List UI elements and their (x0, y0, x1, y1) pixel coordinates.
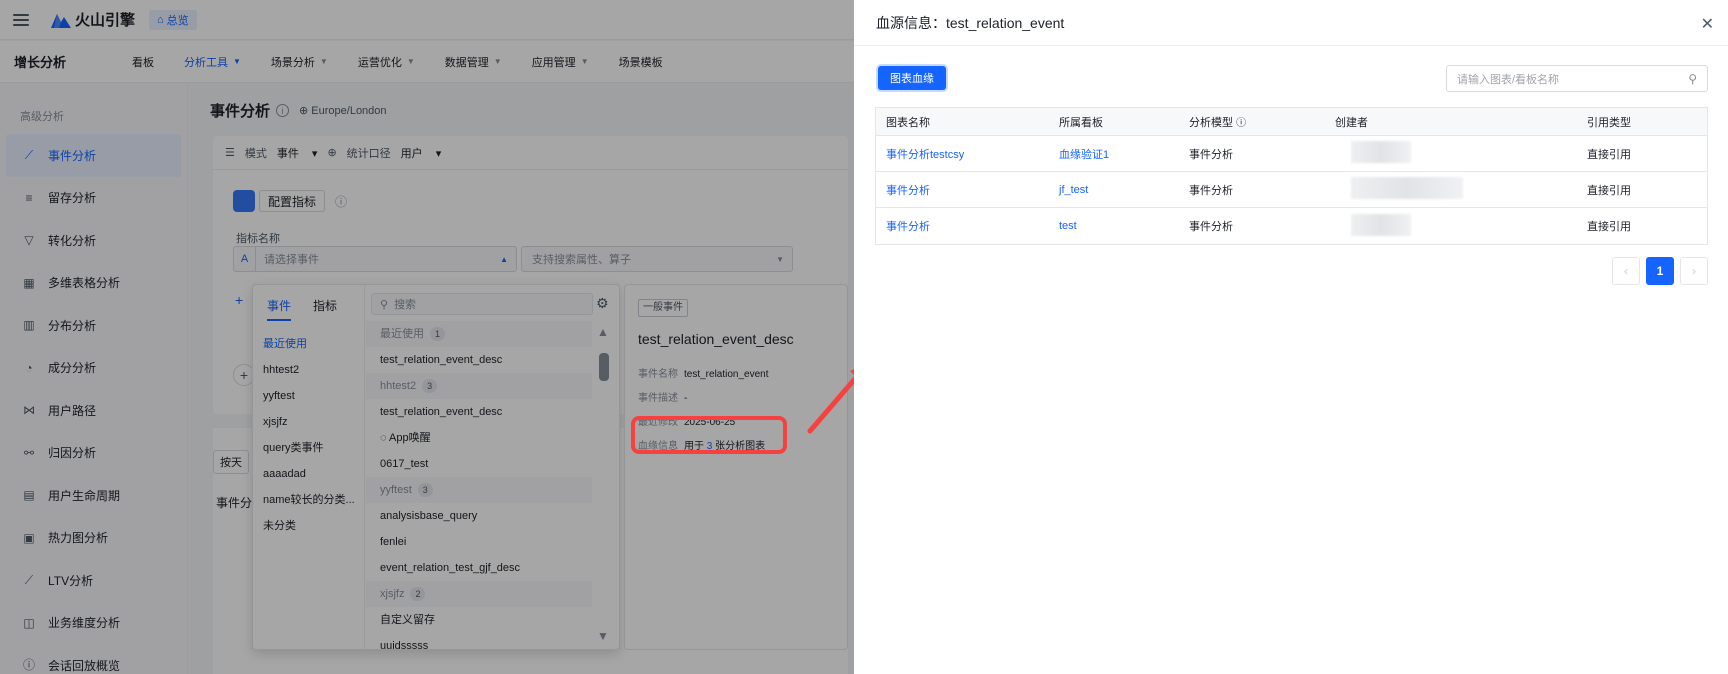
table-row: 事件分析 test 事件分析 直接引用 (876, 208, 1707, 244)
creator-cell (1335, 213, 1587, 239)
table-row: 事件分析testcsy 血缘验证1 事件分析 直接引用 (876, 136, 1707, 172)
creator-redacted (1351, 213, 1411, 236)
info-icon[interactable]: ⓘ (1236, 118, 1246, 129)
creator-redacted (1351, 177, 1463, 199)
drawer-title: 血源信息：test_relation_event (854, 0, 1728, 46)
drawer-search-input[interactable]: 请输入图表/看板名称 ⚲ (1446, 65, 1708, 92)
ref-type-cell: 直接引用 (1587, 221, 1631, 233)
pagination: ‹ 1 › (1606, 257, 1708, 285)
col-model: 分析模型 ⓘ (1189, 114, 1335, 130)
creator-cell (1335, 141, 1587, 166)
ref-type-cell: 直接引用 (1587, 148, 1631, 161)
search-icon: ⚲ (1688, 72, 1697, 86)
model-cell: 事件分析 (1189, 221, 1233, 233)
board-link[interactable]: jf_test (1059, 184, 1189, 196)
col-creator: 创建者 (1335, 116, 1368, 129)
creator-redacted (1351, 141, 1411, 163)
close-icon[interactable]: ✕ (1701, 14, 1714, 34)
creator-cell (1335, 177, 1587, 202)
modal-overlay[interactable] (0, 0, 854, 674)
chart-name-link[interactable]: 事件分析testcsy (876, 146, 1059, 162)
chart-name-link[interactable]: 事件分析 (876, 218, 1059, 234)
highlight-box (631, 416, 787, 454)
col-ref-type: 引用类型 (1587, 116, 1631, 129)
board-link[interactable]: test (1059, 220, 1189, 232)
screen: 火山引擎 ⌂ 总览 增长分析 看板 分析工具 ▼ 场景分析 ▼ 运营优化 ▼ 数据管理 ▼ 应用管… (0, 0, 1728, 674)
col-board: 所属看板 (1059, 116, 1103, 129)
lineage-drawer: 血源信息：test_relation_event ✕ 图表血缘 请输入图表/看板… (854, 0, 1728, 674)
chart-lineage-tab[interactable]: 图表血缘 (878, 66, 946, 90)
chart-name-link[interactable]: 事件分析 (876, 182, 1059, 198)
table-row: 事件分析 jf_test 事件分析 直接引用 (876, 172, 1707, 208)
model-cell: 事件分析 (1189, 184, 1233, 197)
lineage-table: 图表名称 所属看板 分析模型 ⓘ 创建者 引用类型 事件分析testcsy 血缘验… (875, 107, 1708, 245)
page-1-button[interactable]: 1 (1646, 257, 1674, 285)
col-chart-name: 图表名称 (886, 116, 930, 129)
drawer-search-placeholder: 请输入图表/看板名称 (1457, 73, 1560, 86)
next-page-button[interactable]: › (1680, 257, 1708, 285)
prev-page-button[interactable]: ‹ (1612, 257, 1640, 285)
ref-type-cell: 直接引用 (1587, 184, 1631, 197)
board-link[interactable]: 血缘验证1 (1059, 146, 1189, 162)
model-cell: 事件分析 (1189, 148, 1233, 161)
col-model-label: 分析模型 (1189, 116, 1233, 129)
table-header: 图表名称 所属看板 分析模型 ⓘ 创建者 引用类型 (876, 108, 1707, 136)
